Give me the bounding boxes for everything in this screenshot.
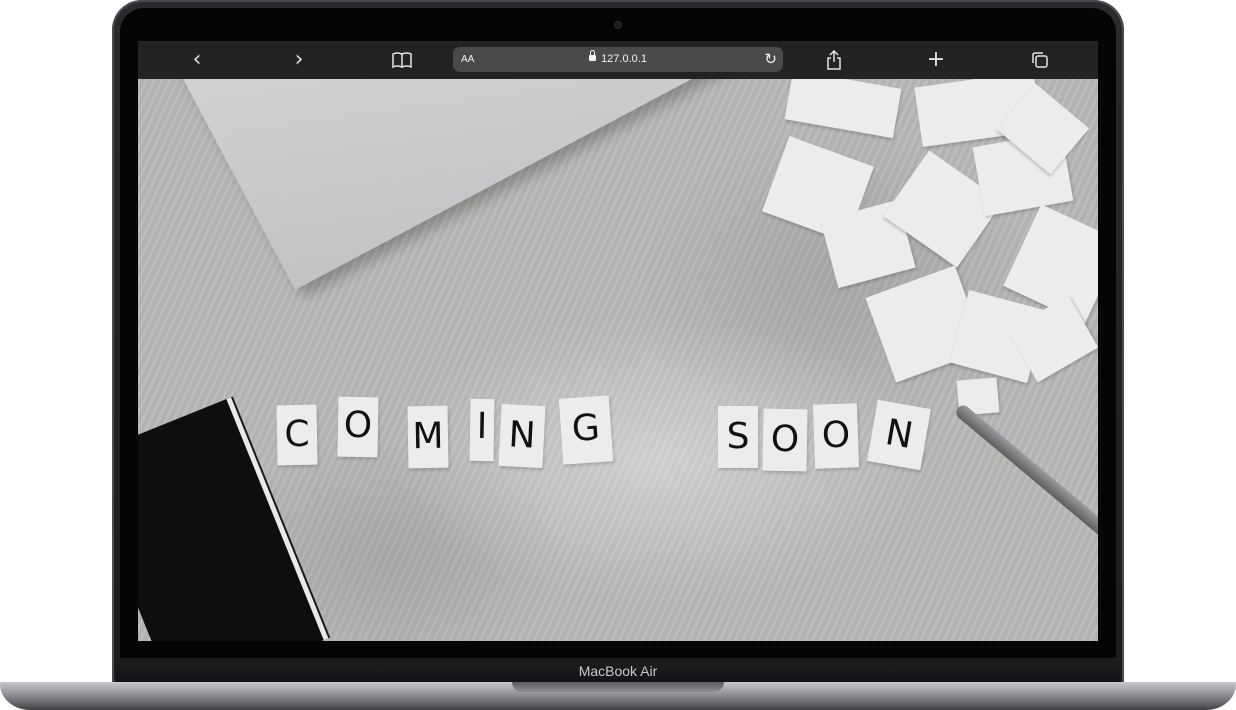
paper-scrap [784, 79, 902, 139]
letter-tile: I [469, 398, 495, 462]
laptop-prop-image [138, 79, 843, 290]
laptop-hinge-notch [512, 682, 724, 692]
lock-icon [589, 50, 597, 61]
reload-icon: ↻ [764, 50, 777, 68]
bookmarks-button[interactable] [387, 41, 417, 79]
letter-tile: C [276, 404, 318, 466]
chevron-right-icon: › [294, 47, 304, 72]
reload-button[interactable]: ↻ [764, 47, 777, 72]
coming-soon-hero: C O M I N G S O O N [138, 79, 1098, 641]
back-button[interactable]: ‹ [182, 41, 212, 79]
browser-screen: ‹ › AA 127.0.0.1 ↻ + C O M I N G S O O N [138, 41, 1098, 641]
url-display: 127.0.0.1 [453, 47, 783, 72]
pen-prop-image [953, 402, 1098, 536]
share-icon [827, 49, 841, 70]
forward-button[interactable]: › [284, 41, 314, 79]
letter-tile: S [718, 406, 758, 468]
letter-tile: N [867, 399, 931, 471]
letter-tile: O [762, 408, 808, 472]
camera-icon [615, 22, 621, 28]
chevron-left-icon: ‹ [192, 47, 202, 72]
tabs-icon [1032, 52, 1048, 68]
url-text: 127.0.0.1 [601, 53, 647, 65]
letter-tile: O [337, 396, 379, 458]
letter-tile: G [558, 395, 614, 465]
letter-tile: N [498, 403, 546, 469]
device-label: MacBook Air [578, 663, 658, 679]
share-button[interactable] [819, 41, 849, 79]
letter-tile: M [407, 405, 449, 469]
open-book-icon [392, 52, 412, 69]
new-tab-button[interactable]: + [921, 41, 951, 79]
letter-tile: O [812, 403, 860, 469]
address-bar[interactable]: AA 127.0.0.1 ↻ [453, 47, 783, 72]
plus-icon: + [926, 47, 946, 72]
browser-toolbar: ‹ › AA 127.0.0.1 ↻ + [138, 41, 1098, 79]
tabs-button[interactable] [1025, 41, 1055, 79]
